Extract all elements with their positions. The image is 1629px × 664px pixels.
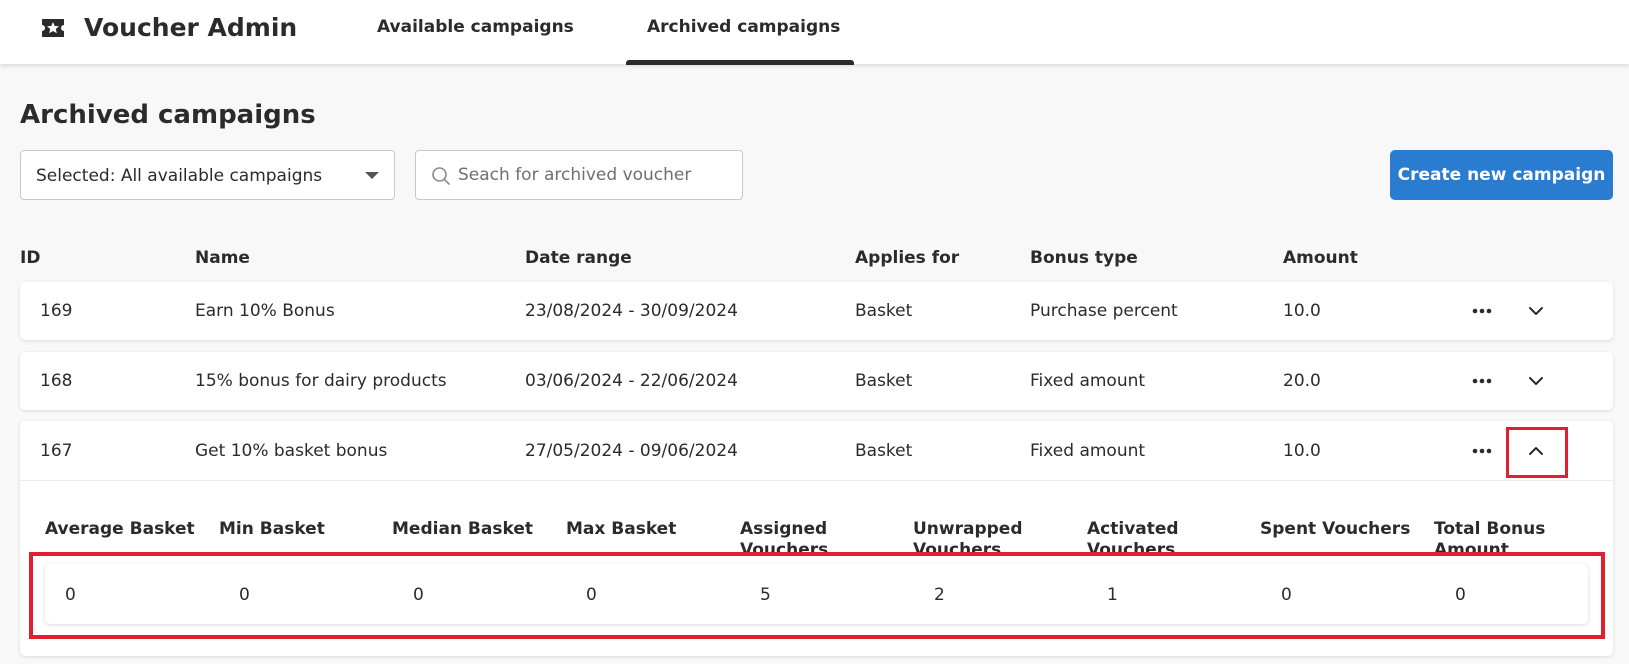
column-header-name: Name (195, 248, 250, 268)
cell-bonus-type: Fixed amount (1030, 371, 1146, 391)
top-navigation-bar: Voucher Admin Available campaigns Archiv… (0, 0, 1629, 65)
stat-header-min-basket: Min Basket (219, 519, 325, 539)
app-title: Voucher Admin (84, 13, 298, 42)
cell-id: 167 (40, 441, 73, 461)
tab-archived-campaigns[interactable]: Archived campaigns (647, 17, 840, 37)
chevron-down-icon[interactable] (1520, 296, 1552, 326)
cell-id: 168 (40, 371, 73, 391)
cell-amount: 10.0 (1283, 301, 1321, 321)
column-header-id: ID (20, 248, 41, 268)
cell-name: Get 10% basket bonus (195, 441, 388, 461)
cell-name: Earn 10% Bonus (195, 301, 335, 321)
more-options-icon[interactable] (1466, 296, 1498, 326)
caret-down-icon (365, 172, 379, 179)
more-options-icon[interactable] (1466, 366, 1498, 396)
column-header-applies-for: Applies for (855, 248, 960, 268)
cell-bonus-type: Purchase percent (1030, 301, 1178, 321)
stat-header-average-basket: Average Basket (45, 519, 195, 539)
column-header-date-range: Date range (525, 248, 632, 268)
campaign-filter-select[interactable]: Selected: All available campaigns (20, 150, 395, 200)
cell-applies-for: Basket (855, 441, 913, 461)
search-box (415, 150, 743, 200)
cell-bonus-type: Fixed amount (1030, 441, 1146, 461)
cell-amount: 20.0 (1283, 371, 1321, 391)
search-input[interactable] (458, 159, 733, 191)
page-title: Archived campaigns (20, 100, 316, 130)
stat-header-max-basket: Max Basket (566, 519, 677, 539)
campaign-filter-value: Selected: All available campaigns (36, 166, 323, 186)
stat-header-median-basket: Median Basket (392, 519, 533, 539)
ticket-star-icon (40, 17, 66, 39)
cell-applies-for: Basket (855, 371, 913, 391)
more-options-icon[interactable] (1466, 436, 1498, 466)
highlight-box-stats-values (29, 552, 1605, 639)
cell-date-range: 27/05/2024 - 09/06/2024 (525, 441, 738, 461)
stat-header-spent-vouchers: Spent Vouchers (1260, 519, 1411, 539)
column-header-amount: Amount (1283, 248, 1358, 268)
cell-date-range: 23/08/2024 - 30/09/2024 (525, 301, 738, 321)
cell-date-range: 03/06/2024 - 22/06/2024 (525, 371, 738, 391)
row-divider (20, 480, 1613, 481)
cell-amount: 10.0 (1283, 441, 1321, 461)
cell-name: 15% bonus for dairy products (195, 371, 447, 391)
search-icon (431, 166, 451, 186)
cell-applies-for: Basket (855, 301, 913, 321)
chevron-down-icon[interactable] (1520, 366, 1552, 396)
create-campaign-button[interactable]: Create new campaign (1390, 150, 1613, 200)
highlight-box-collapse-toggle (1506, 427, 1568, 478)
brand[interactable]: Voucher Admin (40, 12, 297, 44)
column-header-bonus-type: Bonus type (1030, 248, 1138, 268)
active-tab-indicator (626, 60, 854, 65)
tab-available-campaigns[interactable]: Available campaigns (377, 17, 574, 37)
cell-id: 169 (40, 301, 73, 321)
